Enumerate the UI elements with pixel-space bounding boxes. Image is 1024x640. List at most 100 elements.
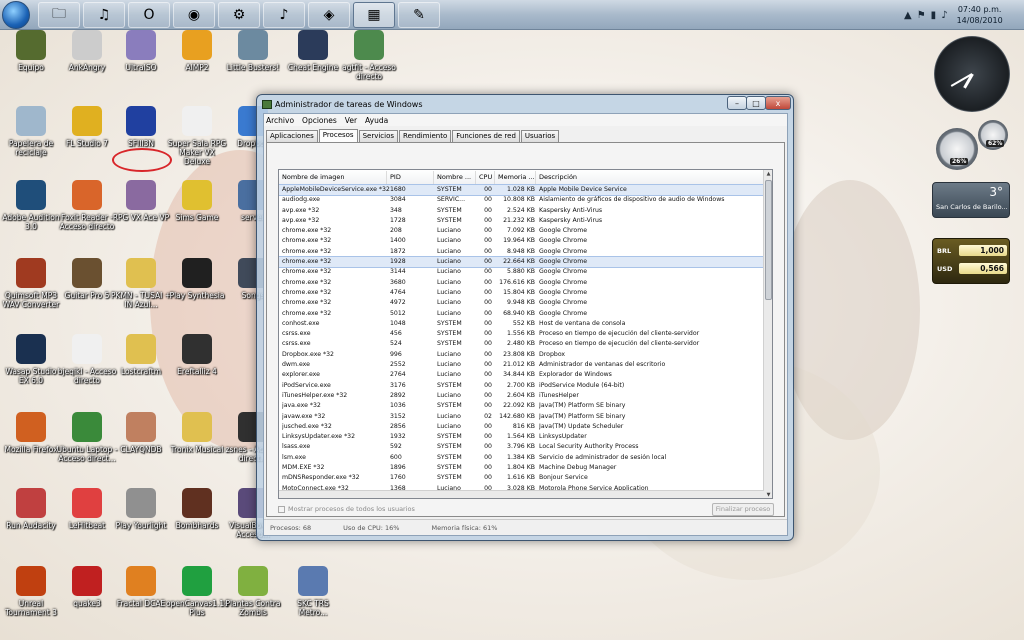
desktop-icon[interactable]: Run Audacity (0, 488, 62, 530)
column-divider[interactable] (535, 171, 536, 184)
desktop-icon[interactable]: Foxit Reader - Acceso directo (56, 180, 118, 231)
menu-archivo[interactable]: Archivo (266, 116, 294, 125)
table-row[interactable]: AppleMobileDeviceService.exe *32 1680 SYST… (279, 183, 765, 197)
desktop-icon[interactable]: RPG VX Ace VP (110, 180, 172, 222)
taskbar-button-cs[interactable]: ◈ (308, 2, 350, 28)
desktop-icon[interactable]: Unreal Tournament 3 (0, 566, 62, 617)
desktop-icon[interactable]: Super Sala RPG Maker VX Deluxe (166, 106, 228, 166)
desktop-icon[interactable]: openCanvas1.1e Plus (166, 566, 229, 617)
table-row[interactable]: LinksysUpdater.exe *32 1932 SYSTEM 00 1.564 … (279, 432, 764, 442)
desktop-icon[interactable]: CLAYQNDB (110, 412, 172, 454)
desktop-icon[interactable]: Ubuntu Laptop - Acceso direct... (56, 412, 118, 463)
tab-procesos[interactable]: Procesos (318, 129, 358, 142)
currency-value[interactable]: 0,566 (959, 263, 1007, 274)
currency-code[interactable]: BRL (937, 247, 959, 255)
table-row[interactable]: javaw.exe *32 3152 Luciano 02 142.680 KB Java… (279, 412, 764, 422)
table-row[interactable]: csrss.exe 456 SYSTEM 00 1.556 KB Proceso en t… (279, 329, 764, 339)
taskbar-button-network[interactable]: ⚙ (218, 2, 260, 28)
table-row[interactable]: chrome.exe *32 5012 Luciano 00 68.940 KB Goog… (279, 309, 764, 319)
desktop-icon[interactable]: agtfit - Acceso directo (338, 30, 400, 81)
desktop-icon[interactable]: Guitar Pro 5 (56, 258, 118, 300)
desktop-icon[interactable]: Bombhards (166, 488, 228, 530)
table-row[interactable]: iPodService.exe 3176 SYSTEM 00 2.700 KB iPodS… (279, 381, 764, 391)
column-header-user-name[interactable]: Nombre ... (437, 173, 471, 181)
desktop-icon[interactable]: Little Busters! (222, 30, 284, 72)
menu-opciones[interactable]: Opciones (302, 116, 337, 125)
column-header-memory[interactable]: Memoria ... (498, 173, 535, 181)
desktop-icon[interactable]: Mozilla Firefox (0, 412, 62, 454)
maximize-button[interactable]: □ (746, 96, 766, 110)
table-row[interactable]: chrome.exe *32 1400 Luciano 00 19.964 KB Goog… (279, 236, 764, 246)
currency-code[interactable]: USD (937, 265, 959, 273)
currency-gadget[interactable]: BRL 1,000 USD 0,566 (932, 238, 1010, 284)
currency-value[interactable]: 1,000 (959, 245, 1007, 256)
desktop-icon[interactable]: Sims Game (166, 180, 228, 222)
desktop-icon[interactable]: Wasap Studio EX 6.0 (0, 334, 62, 385)
table-row[interactable]: jusched.exe *32 2856 Luciano 00 816 KB Java(T… (279, 422, 764, 432)
desktop-icon[interactable]: Ereftalliz 4 (166, 334, 228, 376)
table-row[interactable]: chrome.exe *32 1872 Luciano 00 8.948 KB Googl… (279, 247, 764, 257)
desktop-icon[interactable]: UltraISO (110, 30, 172, 72)
table-row[interactable]: mDNSResponder.exe *32 1760 SYSTEM 00 1.616 K… (279, 473, 764, 483)
desktop-icon[interactable]: Papelera de reciclaje (0, 106, 62, 157)
desktop-icon[interactable]: Equipo (0, 30, 62, 72)
tab-rendimiento[interactable]: Rendimiento (399, 130, 452, 142)
table-row[interactable]: conhost.exe 1048 SYSTEM 00 552 KB Host de ven… (279, 319, 764, 329)
column-header-pid[interactable]: PID (390, 173, 401, 181)
table-row[interactable]: java.exe *32 1036 SYSTEM 00 22.092 KB Java(TM… (279, 401, 764, 411)
table-row[interactable]: Dropbox.exe *32 996 Luciano 00 23.808 KB Drop… (279, 350, 764, 360)
vertical-scrollbar[interactable]: ▲ ▼ (763, 170, 772, 498)
column-header-image-name[interactable]: Nombre de imagen (282, 173, 344, 181)
table-row[interactable]: chrome.exe *32 208 Luciano 00 7.092 KB Google… (279, 226, 764, 236)
desktop-icon[interactable]: AnkAngry (56, 30, 118, 72)
taskbar-button-taskmanager[interactable]: ▦ (353, 2, 395, 28)
clock-gadget[interactable] (934, 36, 1010, 112)
desktop-icon[interactable]: quake3 (56, 566, 118, 608)
desktop-icon[interactable]: SFIII3N (110, 106, 172, 148)
table-row[interactable]: dwm.exe 2552 Luciano 00 21.012 KB Administrad… (279, 360, 764, 370)
column-divider[interactable] (433, 171, 434, 184)
column-header-description[interactable]: Descripción (539, 173, 577, 181)
menu-ver[interactable]: Ver (345, 116, 357, 125)
table-row[interactable]: chrome.exe *32 4764 Luciano 00 15.804 KB Goog… (279, 288, 764, 298)
taskbar-button-media[interactable]: ♫ (83, 2, 125, 28)
flag-icon[interactable]: ⚑ (917, 10, 926, 21)
taskbar-button-chrome[interactable]: ◉ (173, 2, 215, 28)
process-list[interactable]: Nombre de imagen PID Nombre ... CPU Memoria … (278, 169, 773, 499)
arrow-icon[interactable]: ▲ (904, 10, 912, 21)
table-row[interactable]: audiodg.exe 3084 SERVIC... 00 10.808 KB Aisla… (279, 195, 764, 205)
table-row[interactable]: lsm.exe 600 SYSTEM 00 1.384 KB Servicio de ad… (279, 453, 764, 463)
desktop-icon[interactable]: FL Studio 7 (56, 106, 118, 148)
desktop-icon[interactable]: AIMP2 (166, 30, 228, 72)
cpu-meter-gadget[interactable]: 26% 62% (934, 118, 1010, 176)
desktop-icon[interactable]: SKC TRS Metro... (282, 566, 344, 617)
desktop-icon[interactable]: Adobe Audition 3.0 (0, 180, 62, 231)
show-all-processes-checkbox[interactable]: Mostrar procesos de todos los usuarios (278, 505, 415, 513)
table-row[interactable]: avp.exe *32 1728 SYSTEM 00 21.232 KB Kaspersk… (279, 216, 764, 226)
desktop-icon[interactable]: Tronix Musical (166, 412, 228, 454)
desktop-icon[interactable]: LeHitbeat (56, 488, 118, 530)
tab-funciones-de-red[interactable]: Funciones de red (452, 130, 520, 142)
desktop-icon[interactable]: PKMN - TUSAI + IN Azul... (110, 258, 172, 309)
column-header-cpu[interactable]: CPU (479, 173, 492, 181)
table-row[interactable]: lsass.exe 592 SYSTEM 00 3.796 KB Local Securi… (279, 442, 764, 452)
table-row[interactable]: chrome.exe *32 3680 Luciano 00 176.616 KB Goo… (279, 278, 764, 288)
scroll-down-icon[interactable]: ▼ (764, 491, 772, 498)
tab-aplicaciones[interactable]: Aplicaciones (266, 130, 318, 142)
table-row[interactable]: MDM.EXE *32 1896 SYSTEM 00 1.804 KB Machine D… (279, 463, 764, 473)
table-row[interactable]: chrome.exe *32 1928 Luciano 00 22.664 KB Goog… (279, 256, 765, 269)
tab-servicios[interactable]: Servicios (358, 130, 399, 142)
table-row[interactable]: iTunesHelper.exe *32 2892 Luciano 00 2.604 K… (279, 391, 764, 401)
horizontal-scrollbar[interactable] (279, 490, 764, 498)
network-icon[interactable]: ▮ (931, 10, 937, 21)
desktop-icon[interactable]: Quimsoft MP3 WAV Converter (0, 258, 62, 309)
scroll-thumb[interactable] (765, 180, 772, 300)
column-divider[interactable] (386, 171, 387, 184)
table-row[interactable]: explorer.exe 2764 Luciano 00 34.844 KB Explor… (279, 370, 764, 380)
tab-usuarios[interactable]: Usuarios (520, 130, 560, 142)
weather-gadget[interactable]: 3° San Carlos de Barilo... (932, 182, 1010, 218)
table-row[interactable]: chrome.exe *32 4972 Luciano 00 9.948 KB Googl… (279, 298, 764, 308)
desktop-icon[interactable]: Plantas Contra Zombis (222, 566, 284, 617)
minimize-button[interactable]: – (727, 96, 747, 110)
taskbar-button-paint[interactable]: ✎ (398, 2, 440, 28)
